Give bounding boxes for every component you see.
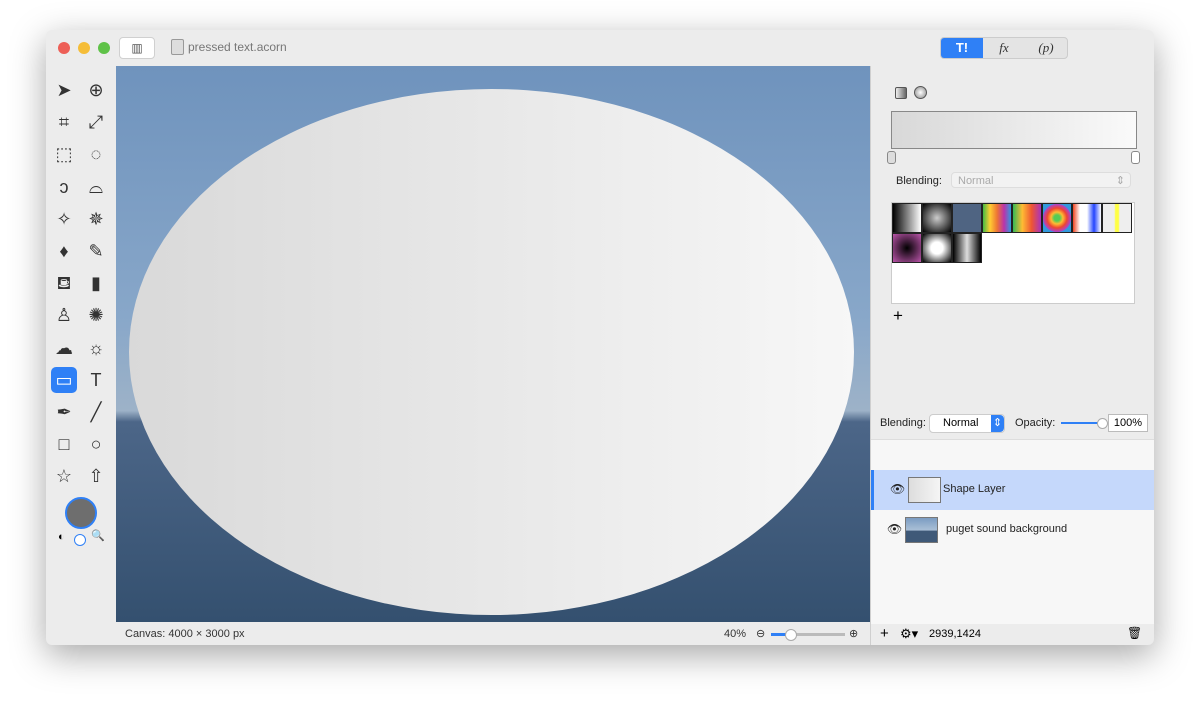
add-gradient-button[interactable]: +	[893, 306, 903, 326]
preset-swatch[interactable]	[892, 233, 922, 263]
linear-gradient-icon[interactable]	[895, 87, 907, 99]
cloud-tool[interactable]: ☁	[51, 335, 77, 361]
gradient-tool[interactable]: ▭	[51, 366, 77, 393]
oval-tool[interactable]: ○	[83, 431, 109, 457]
document-icon	[171, 39, 184, 55]
preset-swatch[interactable]	[922, 203, 952, 233]
eraser-tool[interactable]: ▮	[83, 270, 109, 296]
inspector-tabs: T! fx (p)	[940, 37, 1068, 59]
arrow-shape-tool[interactable]: ⇧	[83, 463, 109, 489]
color-well[interactable]	[65, 497, 97, 529]
canvas[interactable]	[116, 66, 870, 622]
gradient-blending-label: Blending:	[896, 175, 942, 187]
eye-icon[interactable]: 👁	[887, 522, 902, 536]
rect-select-tool[interactable]: ⬚	[51, 141, 77, 167]
gradient-stop-right[interactable]	[1131, 151, 1140, 164]
gear-icon[interactable]: ⚙▾	[900, 626, 918, 642]
pencil-tool[interactable]: ✎	[83, 238, 109, 264]
sun-tool[interactable]: ☼	[83, 335, 109, 361]
zoom-slider[interactable]	[771, 629, 845, 641]
swap-colors-icon[interactable]: ◐	[58, 531, 65, 543]
tab-filters[interactable]: fx	[983, 38, 1025, 58]
cursor-coordinates: 2939,1424	[929, 628, 981, 640]
window-title: pressed text.acorn	[188, 40, 287, 54]
inspector-panel: Blending: Normal ⇕ + Blending: Normal ⇕ Op…	[870, 66, 1154, 645]
preset-swatch[interactable]	[982, 203, 1012, 233]
app-window: ▥ pressed text.acorn T! fx (p) ➤ ⊕ ⌗ ⤢ ⬚ ◌ ↄ ⌓ ✧…	[46, 30, 1154, 645]
arrow-tool[interactable]: ➤	[51, 77, 77, 103]
layer-row[interactable]: 👁 Shape Layer	[871, 470, 1154, 510]
text-tool[interactable]: T	[83, 367, 109, 393]
status-bar: Canvas: 4000 × 3000 px 40% ⊖ ⊕	[116, 622, 870, 645]
layer-thumbnail	[908, 477, 941, 503]
ellipse-select-tool[interactable]: ◌	[83, 141, 109, 167]
canvas-size: Canvas: 4000 × 3000 px	[125, 628, 245, 640]
clone-stamp-tool[interactable]: ♙	[51, 302, 77, 328]
zoom-button[interactable]	[98, 42, 110, 54]
smudge-tool[interactable]: ✺	[83, 302, 109, 328]
layer-row[interactable]: 👁 puget sound background	[871, 510, 1154, 550]
layers-list: 👁 Shape Layer 👁 puget sound background	[871, 439, 1154, 624]
paint-bucket-tool[interactable]: ⛾	[51, 270, 77, 296]
magic-wand-tool[interactable]: ✧	[51, 206, 77, 232]
preset-swatch[interactable]	[952, 203, 982, 233]
layer-thumbnail	[905, 517, 938, 543]
sidebar-toggle-button[interactable]: ▥	[119, 37, 155, 59]
zoom-out-icon[interactable]: ⊖	[756, 627, 765, 640]
preset-swatch[interactable]	[1072, 203, 1102, 233]
layer-blending-value: Normal	[943, 417, 979, 429]
brush-tool[interactable]: ♦	[51, 238, 77, 264]
preset-swatch[interactable]	[1012, 203, 1042, 233]
lasso-tool[interactable]: ↄ	[51, 174, 77, 200]
preset-swatch[interactable]	[1042, 203, 1072, 233]
gradient-blending-select[interactable]: Normal ⇕	[951, 172, 1131, 188]
gradient-stop-left[interactable]	[887, 151, 896, 164]
opacity-field[interactable]: 100%	[1108, 414, 1148, 432]
tab-tools[interactable]: T!	[941, 38, 983, 58]
layers-footer: + ⚙▾ 2939,1424 🗑	[871, 623, 1154, 645]
preset-swatch[interactable]	[892, 203, 922, 233]
opacity-slider[interactable]	[1061, 418, 1108, 429]
rectangle-tool[interactable]: □	[51, 431, 77, 457]
layer-blending-select[interactable]: Normal ⇕	[929, 414, 1005, 433]
opacity-label: Opacity:	[1015, 417, 1056, 429]
close-button[interactable]	[58, 42, 70, 54]
radial-gradient-icon[interactable]	[914, 86, 927, 99]
tab-properties[interactable]: (p)	[1025, 38, 1067, 58]
gradient-blending-value: Normal	[958, 175, 994, 187]
color-wand-tool[interactable]: ✵	[83, 206, 109, 232]
preset-swatch[interactable]	[952, 233, 982, 263]
zoom-tool[interactable]: ⊕	[83, 77, 109, 103]
gradient-presets	[891, 202, 1135, 304]
line-tool[interactable]: ╱	[83, 399, 109, 425]
pen-tool[interactable]: ✒	[51, 399, 77, 425]
eye-icon[interactable]: 👁	[890, 482, 905, 496]
layer-blending-label: Blending:	[880, 417, 926, 429]
preset-swatch[interactable]	[922, 233, 952, 263]
star-tool[interactable]: ☆	[51, 463, 77, 489]
trash-icon[interactable]: 🗑	[1127, 626, 1142, 640]
layer-options-bar: Blending: Normal ⇕ Opacity: 100%	[871, 406, 1154, 439]
magnifier-icon[interactable]: 🔍	[91, 529, 105, 542]
ellipse-shape[interactable]	[129, 89, 854, 615]
background-color-well[interactable]	[74, 534, 86, 546]
zoom-in-icon[interactable]: ⊕	[849, 627, 858, 640]
layer-name: Shape Layer	[943, 483, 1006, 495]
add-layer-button[interactable]: +	[880, 625, 889, 642]
preset-swatch[interactable]	[1102, 203, 1132, 233]
transform-tool[interactable]: ⤢	[83, 109, 109, 135]
gradient-preview[interactable]	[891, 111, 1137, 149]
zoom-level: 40%	[724, 628, 747, 640]
crop-tool[interactable]: ⌗	[51, 109, 77, 135]
minimize-button[interactable]	[78, 42, 90, 54]
layer-name: puget sound background	[946, 523, 1068, 535]
polygon-lasso-tool[interactable]: ⌓	[83, 174, 109, 200]
